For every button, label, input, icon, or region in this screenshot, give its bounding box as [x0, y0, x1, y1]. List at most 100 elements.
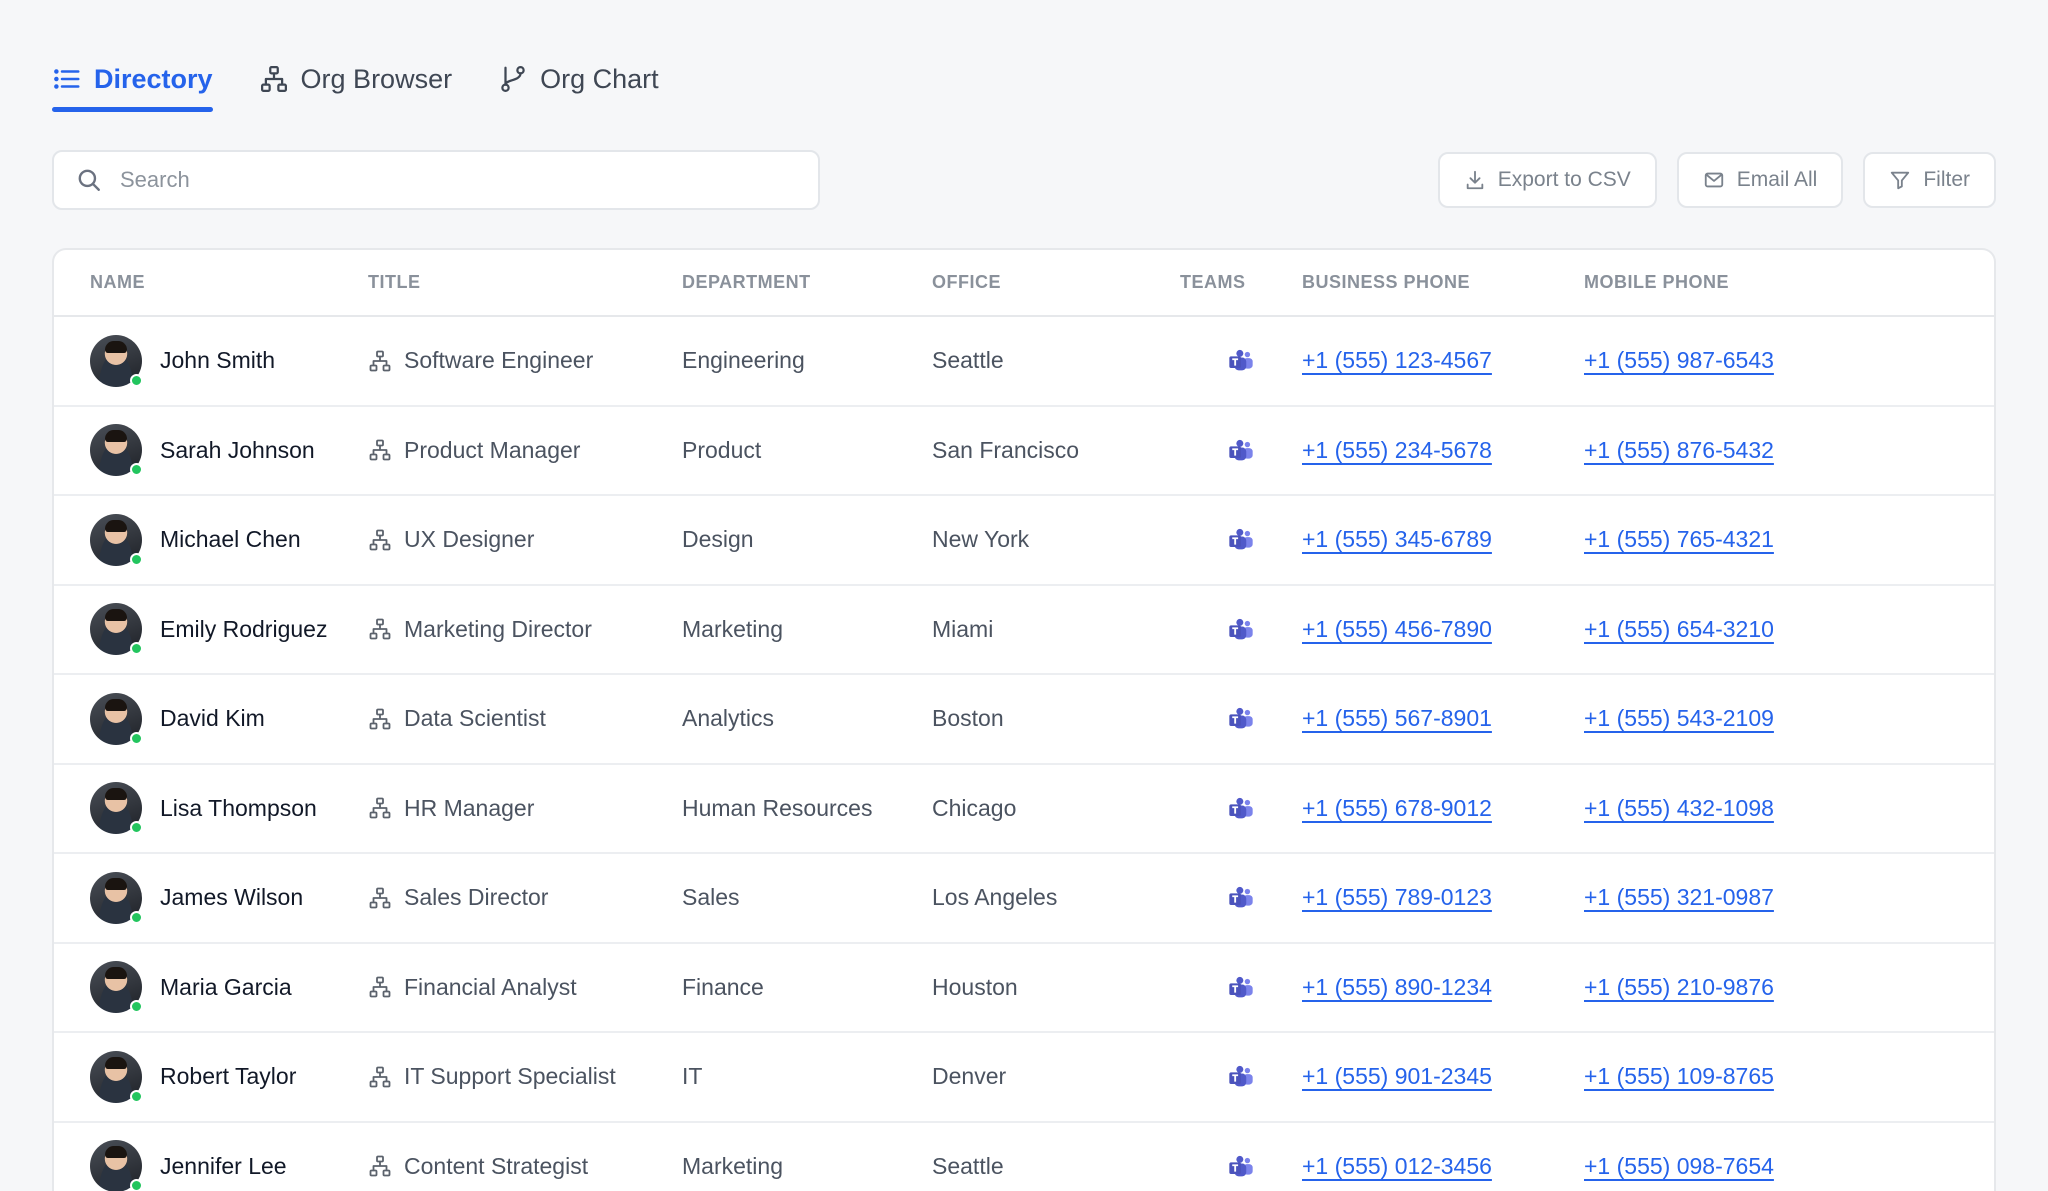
avatar[interactable] — [90, 424, 143, 477]
table-row[interactable]: Emily Rodriguez Marketing Director Marke… — [54, 584, 1994, 675]
business-phone-link[interactable]: +1 (555) 456-7890 — [1302, 616, 1492, 642]
column-header-teams[interactable]: TEAMS — [1180, 250, 1302, 317]
avatar[interactable] — [90, 334, 143, 387]
employee-name[interactable]: Jennifer Lee — [160, 1153, 287, 1180]
table-row[interactable]: David Kim Data Scientist Analytics Bosto… — [54, 674, 1994, 765]
business-phone-link[interactable]: +1 (555) 012-3456 — [1302, 1153, 1492, 1179]
mobile-phone-link[interactable]: +1 (555) 109-8765 — [1584, 1063, 1774, 1089]
name-cell: Jennifer Lee — [90, 1140, 368, 1191]
avatar[interactable] — [90, 692, 143, 745]
employee-name[interactable]: Lisa Thompson — [160, 795, 317, 822]
org-tree-icon[interactable] — [368, 438, 392, 462]
avatar[interactable] — [90, 1140, 143, 1191]
mobile-phone-link[interactable]: +1 (555) 098-7654 — [1584, 1153, 1774, 1179]
title-cell: Product Manager — [368, 437, 682, 464]
employee-name[interactable]: Robert Taylor — [160, 1063, 296, 1090]
org-tree-icon[interactable] — [368, 349, 392, 373]
employee-name[interactable]: John Smith — [160, 347, 275, 374]
tab-org-browser[interactable]: Org Browser — [259, 52, 452, 110]
teams-icon[interactable] — [1227, 705, 1255, 733]
mobile-phone-link[interactable]: +1 (555) 321-0987 — [1584, 884, 1774, 910]
teams-icon[interactable] — [1227, 1063, 1255, 1091]
table-row[interactable]: John Smith Software Engineer Engineering… — [54, 316, 1994, 407]
table-row[interactable]: Robert Taylor IT Support Specialist IT D… — [54, 1032, 1994, 1123]
employee-name[interactable]: David Kim — [160, 705, 265, 732]
table-row[interactable]: Maria Garcia Financial Analyst Finance H… — [54, 942, 1994, 1033]
employee-name[interactable]: Michael Chen — [160, 526, 301, 553]
employee-name[interactable]: Emily Rodriguez — [160, 616, 327, 643]
org-tree-icon[interactable] — [368, 1065, 392, 1089]
avatar[interactable] — [90, 603, 143, 656]
column-header-department[interactable]: DEPARTMENT — [682, 250, 932, 317]
teams-icon[interactable] — [1227, 974, 1255, 1002]
mobile-phone-link[interactable]: +1 (555) 765-4321 — [1584, 526, 1774, 552]
org-tree-icon[interactable] — [368, 886, 392, 910]
business-phone-link[interactable]: +1 (555) 678-9012 — [1302, 795, 1492, 821]
filter-button[interactable]: Filter — [1863, 152, 1996, 208]
business-phone-link[interactable]: +1 (555) 123-4567 — [1302, 347, 1492, 373]
avatar[interactable] — [90, 961, 143, 1014]
business-phone-link[interactable]: +1 (555) 789-0123 — [1302, 884, 1492, 910]
name-cell: Sarah Johnson — [90, 424, 368, 477]
name-cell: Michael Chen — [90, 513, 368, 566]
table-row[interactable]: Lisa Thompson HR Manager Human Resources… — [54, 763, 1994, 854]
org-tree-icon[interactable] — [368, 1154, 392, 1178]
employee-name[interactable]: Sarah Johnson — [160, 437, 315, 464]
teams-icon[interactable] — [1227, 884, 1255, 912]
job-title: Software Engineer — [404, 347, 594, 374]
filter-icon — [1891, 171, 1910, 190]
column-header-office[interactable]: OFFICE — [932, 250, 1180, 317]
job-title: Sales Director — [404, 884, 549, 911]
mobile-phone-link[interactable]: +1 (555) 654-3210 — [1584, 616, 1774, 642]
online-status-dot — [130, 910, 143, 924]
avatar[interactable] — [90, 513, 143, 566]
table-header-row: NAME TITLE DEPARTMENT OFFICE TEAMS BUSIN… — [54, 250, 1994, 317]
business-phone-link[interactable]: +1 (555) 234-5678 — [1302, 437, 1492, 463]
table-row[interactable]: James Wilson Sales Director Sales Los An… — [54, 853, 1994, 944]
teams-icon[interactable] — [1227, 795, 1255, 823]
table-body: John Smith Software Engineer Engineering… — [54, 316, 1994, 1191]
teams-icon[interactable] — [1227, 437, 1255, 465]
org-tree-icon[interactable] — [368, 617, 392, 641]
table-row[interactable]: Jennifer Lee Content Strategist Marketin… — [54, 1121, 1994, 1191]
teams-icon[interactable] — [1227, 347, 1255, 375]
search-box[interactable] — [52, 150, 820, 210]
table-row[interactable]: Sarah Johnson Product Manager Product Sa… — [54, 405, 1994, 496]
title-cell: HR Manager — [368, 795, 682, 822]
column-header-title[interactable]: TITLE — [368, 250, 682, 317]
tab-org-chart[interactable]: Org Chart — [498, 52, 659, 110]
office: Seattle — [932, 316, 1180, 407]
mobile-phone-link[interactable]: +1 (555) 432-1098 — [1584, 795, 1774, 821]
search-input[interactable] — [120, 167, 796, 193]
column-header-business-phone[interactable]: BUSINESS PHONE — [1302, 250, 1584, 317]
mobile-phone-link[interactable]: +1 (555) 210-9876 — [1584, 974, 1774, 1000]
business-phone-link[interactable]: +1 (555) 890-1234 — [1302, 974, 1492, 1000]
org-tree-icon[interactable] — [368, 528, 392, 552]
avatar[interactable] — [90, 782, 143, 835]
avatar[interactable] — [90, 871, 143, 924]
employee-name[interactable]: Maria Garcia — [160, 974, 292, 1001]
business-phone-link[interactable]: +1 (555) 567-8901 — [1302, 705, 1492, 731]
business-phone-link[interactable]: +1 (555) 345-6789 — [1302, 526, 1492, 552]
column-header-name[interactable]: NAME — [54, 250, 368, 317]
mobile-phone-link[interactable]: +1 (555) 543-2109 — [1584, 705, 1774, 731]
org-tree-icon[interactable] — [368, 796, 392, 820]
employee-name[interactable]: James Wilson — [160, 884, 303, 911]
directory-page: Directory Org Browser Org Chart Search E… — [0, 0, 2048, 1191]
column-header-mobile-phone[interactable]: MOBILE PHONE — [1584, 250, 1994, 317]
avatar[interactable] — [90, 1050, 143, 1103]
mobile-phone-link[interactable]: +1 (555) 987-6543 — [1584, 347, 1774, 373]
online-status-dot — [130, 1089, 143, 1103]
name-cell: James Wilson — [90, 871, 368, 924]
teams-icon[interactable] — [1227, 526, 1255, 554]
teams-icon[interactable] — [1227, 1153, 1255, 1181]
export-csv-button[interactable]: Export to CSV — [1437, 152, 1657, 208]
table-row[interactable]: Michael Chen UX Designer Design New York — [54, 495, 1994, 586]
mobile-phone-link[interactable]: +1 (555) 876-5432 — [1584, 437, 1774, 463]
teams-icon[interactable] — [1227, 616, 1255, 644]
org-tree-icon[interactable] — [368, 707, 392, 731]
email-all-button[interactable]: Email All — [1676, 152, 1844, 208]
org-tree-icon[interactable] — [368, 975, 392, 999]
tab-directory[interactable]: Directory — [52, 52, 213, 112]
business-phone-link[interactable]: +1 (555) 901-2345 — [1302, 1063, 1492, 1089]
